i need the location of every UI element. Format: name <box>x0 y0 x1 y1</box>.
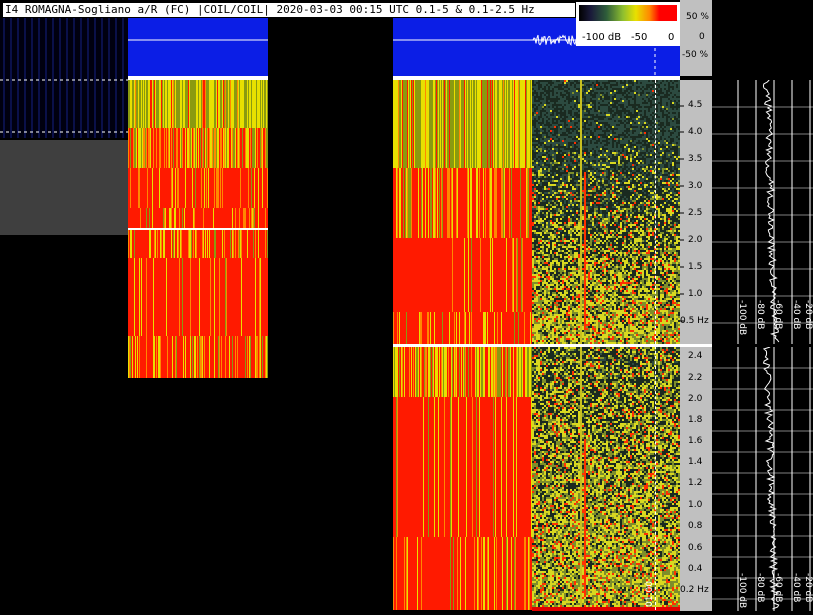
spectrogram-lower <box>532 347 680 610</box>
upper-db-label-100: -100 dB <box>737 300 747 335</box>
heatmap-col2-top <box>393 80 532 344</box>
lower-freq-label-0-2: 0.2 Hz <box>680 585 709 595</box>
lower-db-label-80: -80 dB <box>755 573 765 602</box>
left-gray-block <box>0 140 128 235</box>
lower-freq-label-1-8: 1.8 <box>688 415 702 425</box>
spectrum-profile-lower <box>712 347 813 611</box>
lower-db-label-40: -40 dB <box>791 573 801 602</box>
lower-db-label-60: -60 dB <box>773 573 783 602</box>
colorbar <box>579 5 677 21</box>
upper-freq-label-2-0: 2.0 <box>688 235 702 245</box>
heatmap-col2-bottom <box>393 347 532 610</box>
colorbar-label-min: -100 dB <box>582 32 621 43</box>
lower-freq-label-1-6: 1.6 <box>688 436 702 446</box>
time-marker-label: 01:00 <box>645 581 655 607</box>
time-marker-line <box>655 80 656 610</box>
left-dark-column <box>0 18 128 138</box>
colorbar-label-max: 0 <box>668 32 674 43</box>
lower-freq-label-1-0: 1.0 <box>688 500 702 510</box>
waveform-panel-1 <box>128 18 268 76</box>
upper-db-label-40: -40 dB <box>791 300 801 329</box>
lower-db-label-20: -20 dB <box>803 573 813 602</box>
upper-freq-label-1-0: 1.0 <box>688 289 702 299</box>
amplitude-label-mid: 0 <box>699 32 705 42</box>
left-column-lines <box>0 18 128 138</box>
upper-db-label-20: -20 dB <box>803 300 813 329</box>
lower-freq-label-2-2: 2.2 <box>688 373 702 383</box>
amplitude-label-top: 50 % <box>686 12 709 22</box>
lower-freq-label-0-6: 0.6 <box>688 543 702 553</box>
heatmap-col1-bottom <box>128 230 268 378</box>
station-title: I4 ROMAGNA-Sogliano a/R (FC) |COIL/COIL|… <box>5 3 535 16</box>
lower-freq-label-2-4: 2.4 <box>688 351 702 361</box>
upper-db-label-80: -80 dB <box>755 300 765 329</box>
upper-freq-label-3-5: 3.5 <box>688 154 702 164</box>
upper-freq-label-3-0: 3.0 <box>688 181 702 191</box>
panel-divider-right <box>680 344 712 347</box>
colorbar-label-mid: -50 <box>631 32 647 43</box>
time-axis-strip <box>532 607 680 611</box>
upper-freq-label-4-0: 4.0 <box>688 127 702 137</box>
upper-freq-label-4-5: 4.5 <box>688 100 702 110</box>
lower-db-label-100: -100 dB <box>737 573 747 608</box>
lower-freq-label-2-0: 2.0 <box>688 394 702 404</box>
lower-freq-label-0-4: 0.4 <box>688 564 702 574</box>
upper-db-label-60: -60 dB <box>773 300 783 329</box>
upper-freq-label-2-5: 2.5 <box>688 208 702 218</box>
lower-freq-label-1-2: 1.2 <box>688 478 702 488</box>
upper-freq-label-0-5: 0.5 Hz <box>680 316 709 326</box>
spectrogram-upper <box>532 80 680 344</box>
upper-freq-label-1-5: 1.5 <box>688 262 702 272</box>
lower-freq-label-0-8: 0.8 <box>688 521 702 531</box>
title-bar: I4 ROMAGNA-Sogliano a/R (FC) |COIL/COIL|… <box>2 2 576 18</box>
lower-freq-label-1-4: 1.4 <box>688 457 702 467</box>
heatmap-col1-top <box>128 80 268 228</box>
amplitude-label-bottom: -50 % <box>682 50 708 60</box>
